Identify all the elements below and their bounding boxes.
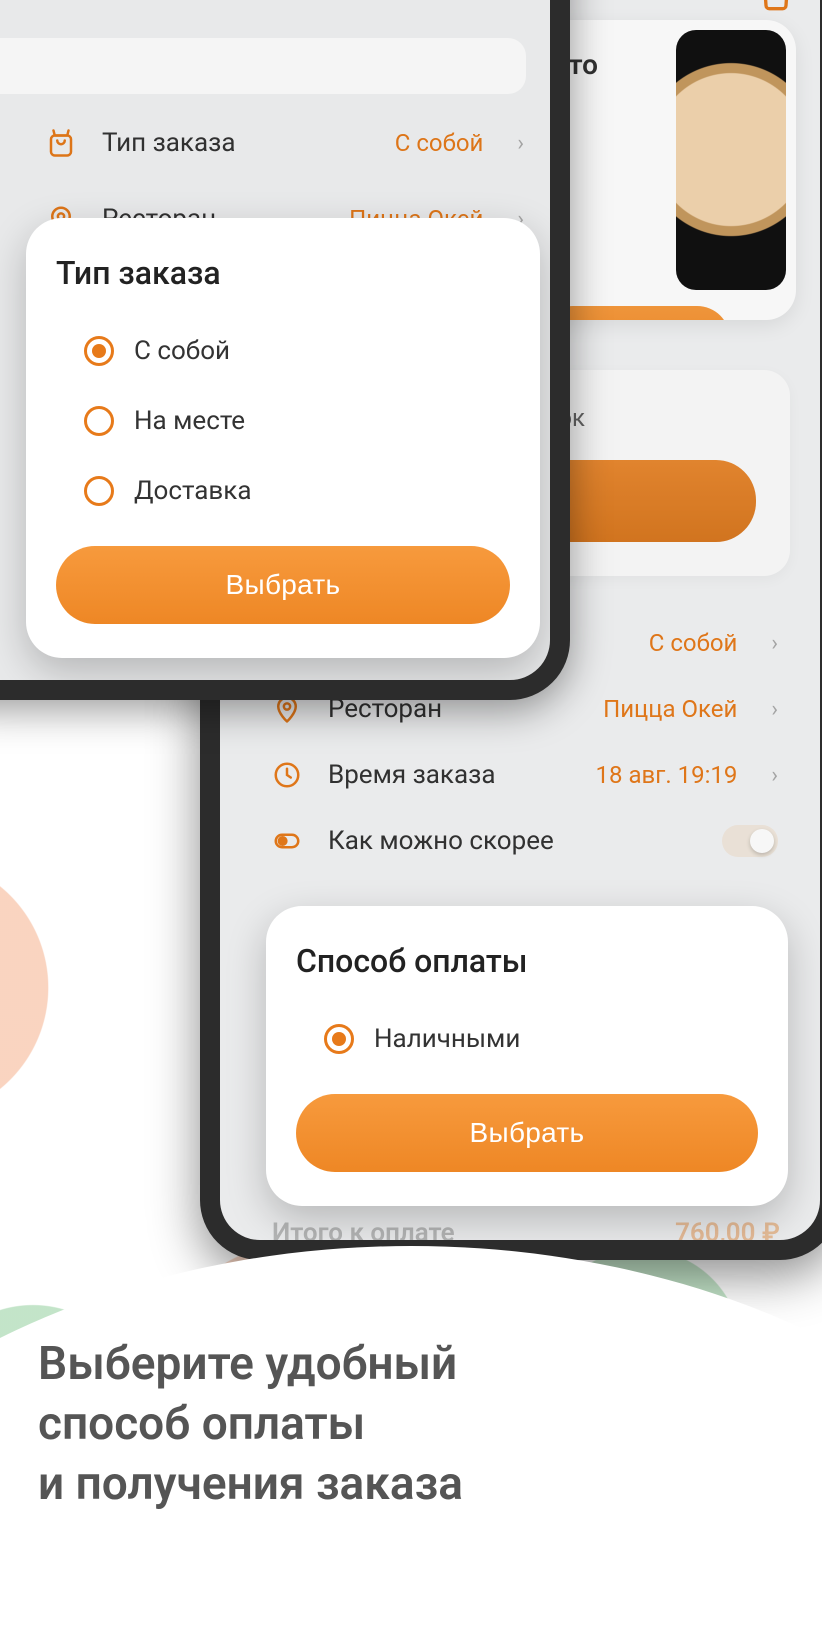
- option-label: На месте: [134, 406, 245, 436]
- marketing-line: Выберите удобный: [38, 1335, 758, 1395]
- confirm-button[interactable]: Выбрать: [296, 1094, 758, 1172]
- payment-option-cash[interactable]: Наличными: [296, 1004, 758, 1074]
- order-type-option-delivery[interactable]: Доставка: [56, 456, 510, 526]
- order-type-option-takeaway[interactable]: С собой: [56, 316, 510, 386]
- marketing-copy: Выберите удобный способ оплаты и получен…: [38, 1335, 758, 1514]
- radio-unselected-icon: [84, 476, 114, 506]
- option-label: Доставка: [134, 476, 252, 506]
- option-label: С собой: [134, 336, 230, 366]
- dialog-title: Способ оплаты: [296, 942, 758, 980]
- payment-method-dialog: Способ оплаты Наличными Выбрать: [266, 906, 788, 1206]
- phone-frame-order-type: Тип заказа С собой › Ресторан Пицца Окей…: [0, 0, 570, 700]
- order-type-dialog: Тип заказа С собой На месте Доставка Выб…: [26, 218, 540, 658]
- dialog-title: Тип заказа: [56, 254, 510, 292]
- marketing-line: способ оплаты: [38, 1395, 758, 1455]
- radio-unselected-icon: [84, 406, 114, 436]
- radio-selected-icon: [84, 336, 114, 366]
- order-type-option-dinein[interactable]: На месте: [56, 386, 510, 456]
- marketing-line: и получения заказа: [38, 1455, 758, 1515]
- confirm-button[interactable]: Выбрать: [56, 546, 510, 624]
- radio-selected-icon: [324, 1024, 354, 1054]
- option-label: Наличными: [374, 1024, 520, 1054]
